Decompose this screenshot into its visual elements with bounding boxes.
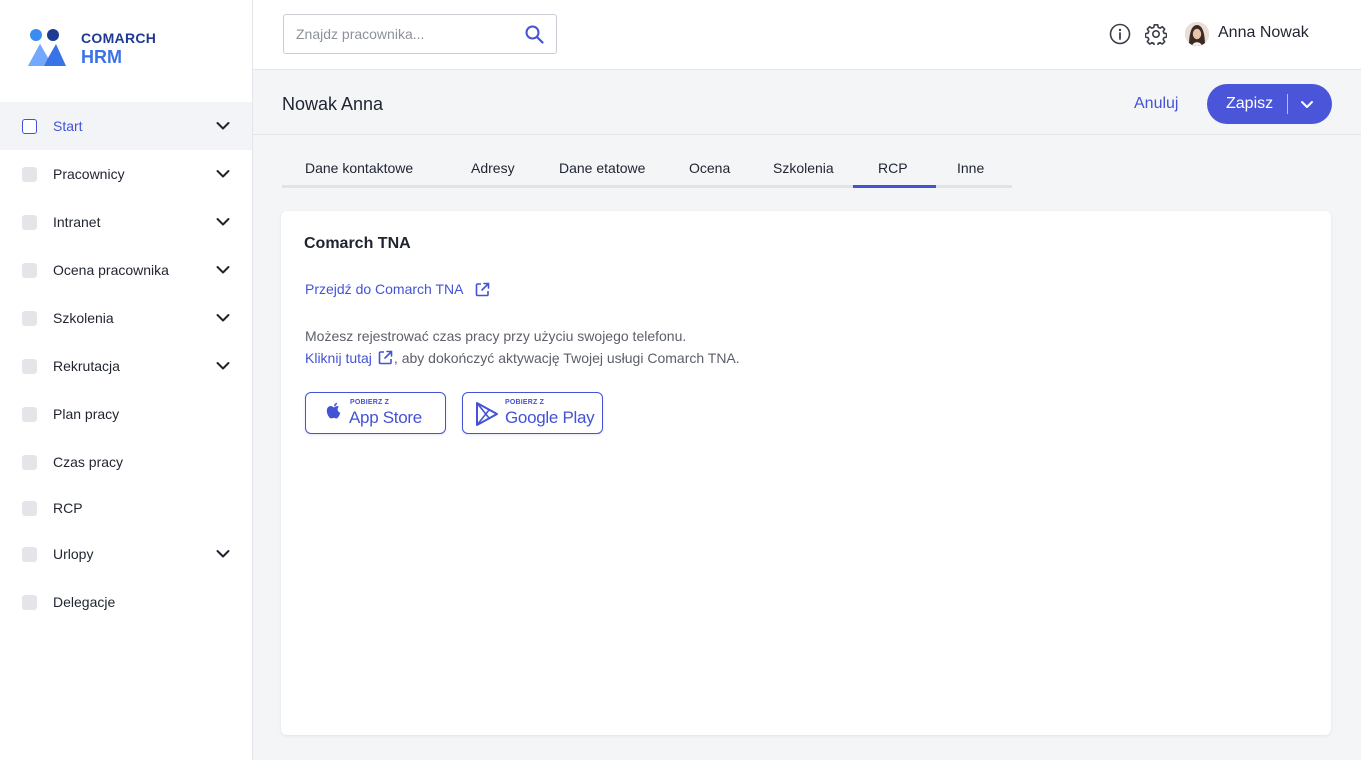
- avatar[interactable]: [1185, 22, 1209, 46]
- app-store-button[interactable]: POBIERZ Z App Store: [305, 392, 446, 434]
- description-line2: Kliknij tutaj , aby dokończyć aktywację …: [305, 347, 740, 369]
- nav-checkbox-icon: [22, 406, 37, 422]
- chevron-down-icon[interactable]: [216, 218, 230, 227]
- page-title: Nowak Anna: [282, 94, 384, 114]
- click-here-link[interactable]: Kliknij tutaj: [305, 350, 372, 366]
- sidebar-item-label: Plan pracy: [53, 406, 120, 422]
- search-input[interactable]: [296, 15, 516, 53]
- tna-card: Comarch TNA Przejdź do Comarch TNA Możes…: [281, 211, 1331, 735]
- sidebar-nav: Start Pracownicy Intranet Ocena pracowni…: [0, 102, 252, 626]
- google-play-big-text: Google Play: [505, 408, 595, 427]
- save-button-divider: [1287, 94, 1288, 114]
- chevron-down-icon[interactable]: [216, 170, 230, 179]
- sidebar-item-label: Start: [53, 118, 83, 134]
- search-box: [283, 14, 557, 54]
- sidebar: COMARCH HRM Start Pracownicy Intranet Oc…: [0, 0, 253, 760]
- sidebar-item-rcp[interactable]: RCP: [0, 486, 252, 530]
- tab-inne[interactable]: Inne: [957, 160, 984, 176]
- top-bar: Anna Nowak: [253, 0, 1361, 70]
- sidebar-item-label: Czas pracy: [53, 454, 124, 470]
- sidebar-item-start[interactable]: Start: [0, 102, 252, 150]
- card-title: Comarch TNA: [304, 235, 411, 252]
- apple-icon: [326, 402, 341, 419]
- nav-checkbox-icon: [22, 214, 37, 230]
- description-line1: Możesz rejestrować czas pracy przy użyci…: [305, 328, 687, 344]
- nav-checkbox-icon: [22, 166, 37, 182]
- user-name[interactable]: Anna Nowak: [1218, 24, 1309, 42]
- sidebar-item-pracownicy[interactable]: Pracownicy: [0, 150, 252, 198]
- external-link-icon: [378, 350, 393, 365]
- google-play-icon: [476, 402, 498, 426]
- description: Możesz rejestrować czas pracy przy użyci…: [305, 325, 740, 369]
- app-store-small-text: POBIERZ Z: [350, 399, 390, 406]
- nav-checkbox-icon: [22, 118, 37, 134]
- nav-checkbox-icon: [22, 358, 37, 374]
- sidebar-item-szkolenia[interactable]: Szkolenia: [0, 294, 252, 342]
- nav-checkbox-icon: [22, 262, 37, 278]
- sidebar-item-label: Ocena pracownika: [53, 262, 169, 278]
- chevron-down-icon[interactable]: [216, 550, 230, 559]
- info-icon[interactable]: [1109, 23, 1131, 45]
- sidebar-item-label: Szkolenia: [53, 310, 114, 326]
- user-photo-icon: [1185, 22, 1209, 46]
- nav-checkbox-icon: [22, 546, 37, 562]
- tab-adresy[interactable]: Adresy: [471, 160, 515, 176]
- sidebar-item-ocena-pracownika[interactable]: Ocena pracownika: [0, 246, 252, 294]
- sidebar-item-urlopy[interactable]: Urlopy: [0, 530, 252, 578]
- chevron-down-icon[interactable]: [1299, 96, 1315, 112]
- description-line2-text: , aby dokończyć aktywację Twojej usługi …: [393, 350, 740, 366]
- tab-dane-kontaktowe[interactable]: Dane kontaktowe: [305, 160, 413, 176]
- tab-szkolenia[interactable]: Szkolenia: [773, 160, 834, 176]
- comarch-logo-icon: [28, 29, 66, 66]
- go-to-tna-link-label: Przejdź do Comarch TNA: [305, 281, 464, 297]
- external-link-icon: [476, 282, 490, 296]
- sidebar-item-intranet[interactable]: Intranet: [0, 198, 252, 246]
- sidebar-item-plan-pracy[interactable]: Plan pracy: [0, 390, 252, 438]
- nav-checkbox-icon: [22, 310, 37, 326]
- logo-text: COMARCH HRM: [81, 31, 156, 66]
- chevron-down-icon[interactable]: [216, 314, 230, 323]
- sidebar-item-label: Urlopy: [53, 546, 94, 562]
- nav-checkbox-icon: [22, 454, 37, 470]
- sidebar-item-label: Intranet: [53, 214, 101, 230]
- search-icon[interactable]: [525, 25, 544, 44]
- go-to-tna-link[interactable]: Przejdź do Comarch TNA: [305, 281, 490, 297]
- app-store-big-text: App Store: [349, 408, 422, 427]
- logo[interactable]: COMARCH HRM: [26, 28, 156, 68]
- chevron-down-icon[interactable]: [216, 362, 230, 371]
- sidebar-item-czas-pracy[interactable]: Czas pracy: [0, 438, 252, 486]
- google-play-small-text: POBIERZ Z: [505, 399, 545, 406]
- tab-rcp[interactable]: RCP: [878, 160, 908, 176]
- google-play-button[interactable]: POBIERZ Z Google Play: [462, 392, 603, 434]
- tab-dane-etatowe[interactable]: Dane etatowe: [559, 160, 645, 176]
- nav-checkbox-icon: [22, 500, 37, 516]
- save-button[interactable]: Zapisz: [1207, 84, 1332, 124]
- gear-icon[interactable]: [1145, 23, 1167, 45]
- tab-active-indicator: [853, 185, 936, 188]
- save-button-label: Zapisz: [1226, 95, 1274, 112]
- cancel-button[interactable]: Anuluj: [1134, 95, 1178, 113]
- chevron-down-icon[interactable]: [216, 266, 230, 275]
- sidebar-item-delegacje[interactable]: Delegacje: [0, 578, 252, 626]
- sidebar-item-rekrutacja[interactable]: Rekrutacja: [0, 342, 252, 390]
- logo-line2: HRM: [81, 46, 122, 67]
- page-header: Nowak Anna Anuluj Zapisz: [253, 71, 1361, 135]
- sidebar-item-label: Pracownicy: [53, 166, 125, 182]
- tab-ocena[interactable]: Ocena: [689, 160, 730, 176]
- nav-checkbox-icon: [22, 594, 37, 610]
- sidebar-item-label: Rekrutacja: [53, 358, 120, 374]
- chevron-down-icon[interactable]: [216, 122, 230, 131]
- sidebar-item-label: RCP: [53, 500, 83, 516]
- sidebar-item-label: Delegacje: [53, 594, 116, 610]
- logo-line1: COMARCH: [81, 29, 157, 46]
